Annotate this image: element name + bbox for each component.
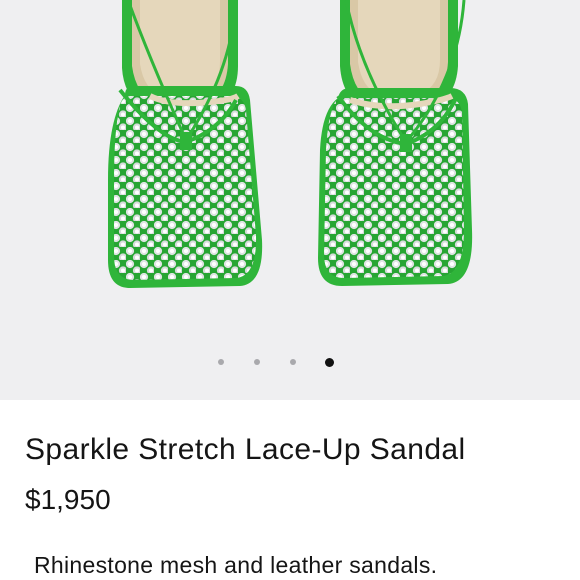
left-shoe [108,0,263,288]
product-description: Rhinestone mesh and leather sandals. [34,552,438,578]
right-shoe [318,0,473,286]
product-price: $1,950 [25,484,111,515]
product-info: Sparkle Stretch Lace-Up Sandal $1,950 Rh… [0,400,580,580]
carousel-dot-2[interactable] [254,359,260,365]
carousel-pagination [0,355,580,371]
product-image-gallery[interactable] [0,0,580,400]
carousel-dot-3[interactable] [290,359,296,365]
product-title: Sparkle Stretch Lace-Up Sandal [25,433,466,466]
carousel-dot-4[interactable] [324,358,334,367]
product-image[interactable] [0,0,580,400]
carousel-dot-1[interactable] [218,359,224,365]
